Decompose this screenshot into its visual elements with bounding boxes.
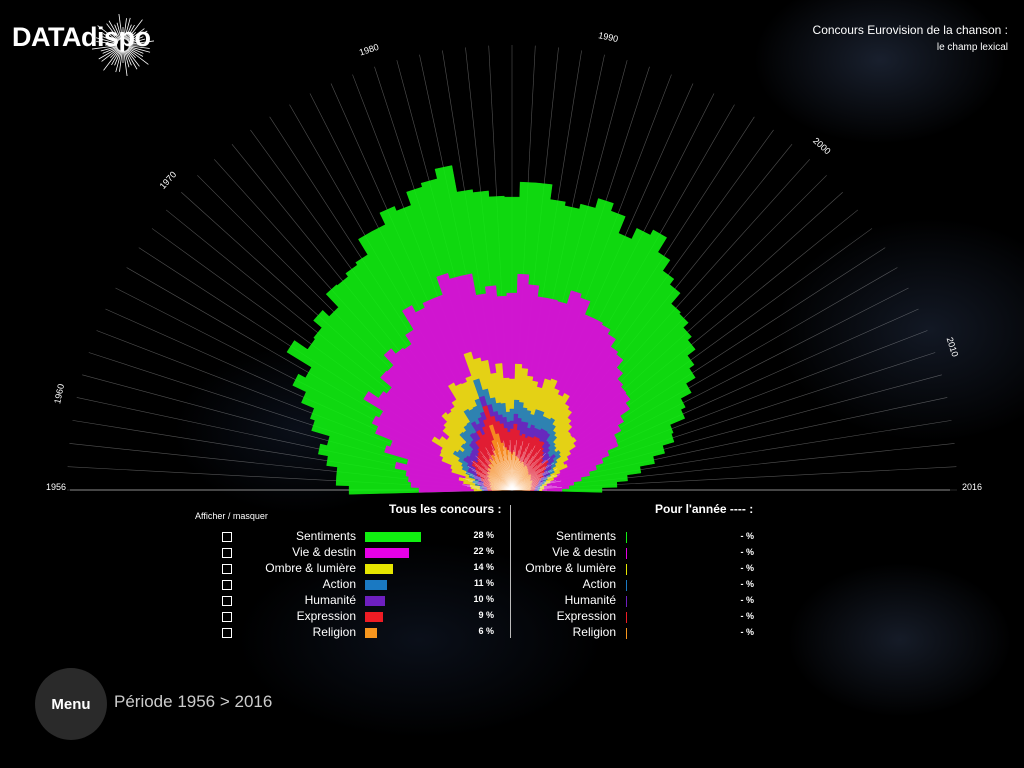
legend-label: Ombre & lumière xyxy=(265,561,356,575)
year-bar xyxy=(626,596,627,607)
year-bar xyxy=(626,564,627,575)
year-label: Action xyxy=(582,577,616,591)
year-label-2016: 2016 xyxy=(962,482,982,492)
year-pct: - % xyxy=(740,531,755,541)
year-pct: - % xyxy=(740,627,755,637)
year-bar xyxy=(626,612,627,623)
year-bar xyxy=(626,628,627,639)
legend-label: Action xyxy=(322,577,356,591)
year-pct: - % xyxy=(740,579,755,589)
year-pct: - % xyxy=(740,563,755,573)
legend-bar xyxy=(365,580,387,590)
year-label-2010: 2010 xyxy=(945,336,961,358)
year-bar xyxy=(626,548,627,559)
year-label-2000: 2000 xyxy=(811,136,833,157)
legend-label: Expression xyxy=(296,609,356,623)
legend-label: Vie & destin xyxy=(292,545,356,559)
year-label: Humanité xyxy=(564,593,616,607)
legend-bar xyxy=(365,628,377,638)
year-pct: - % xyxy=(740,611,755,621)
toggle-header: Afficher / masquer xyxy=(195,511,268,521)
year-label: Religion xyxy=(572,625,616,639)
year-label: Ombre & lumière xyxy=(525,561,616,575)
year-bar xyxy=(626,580,627,591)
legend-bar xyxy=(365,532,421,542)
year-label-1990: 1990 xyxy=(597,30,619,44)
radial-chart[interactable]: 1956 1960 1970 1980 1990 2000 2010 2016 xyxy=(0,0,1024,500)
legend-bar xyxy=(365,596,385,606)
year-pct: - % xyxy=(740,595,755,605)
year-bar xyxy=(626,532,627,543)
year-label-1970: 1970 xyxy=(158,169,179,191)
year-header: Pour l'année ---- : xyxy=(655,502,754,516)
legend-label: Humanité xyxy=(304,593,356,607)
legend-bar xyxy=(365,548,409,558)
legend-label: Sentiments xyxy=(295,529,356,543)
year-label: Expression xyxy=(556,609,616,623)
legend-bar xyxy=(365,612,383,622)
period-label: Période 1956 > 2016 xyxy=(114,692,273,711)
legend-label: Religion xyxy=(312,625,356,639)
legend-bar xyxy=(365,564,393,574)
total-header: Tous les concours : xyxy=(389,502,502,516)
year-label: Sentiments xyxy=(555,529,616,543)
year-label-1956: 1956 xyxy=(46,482,66,492)
menu-button[interactable]: Menu xyxy=(35,668,107,740)
year-pct: - % xyxy=(740,547,755,557)
year-label-1960: 1960 xyxy=(52,383,66,405)
year-label-1980: 1980 xyxy=(358,42,380,58)
year-label: Vie & destin xyxy=(552,545,616,559)
